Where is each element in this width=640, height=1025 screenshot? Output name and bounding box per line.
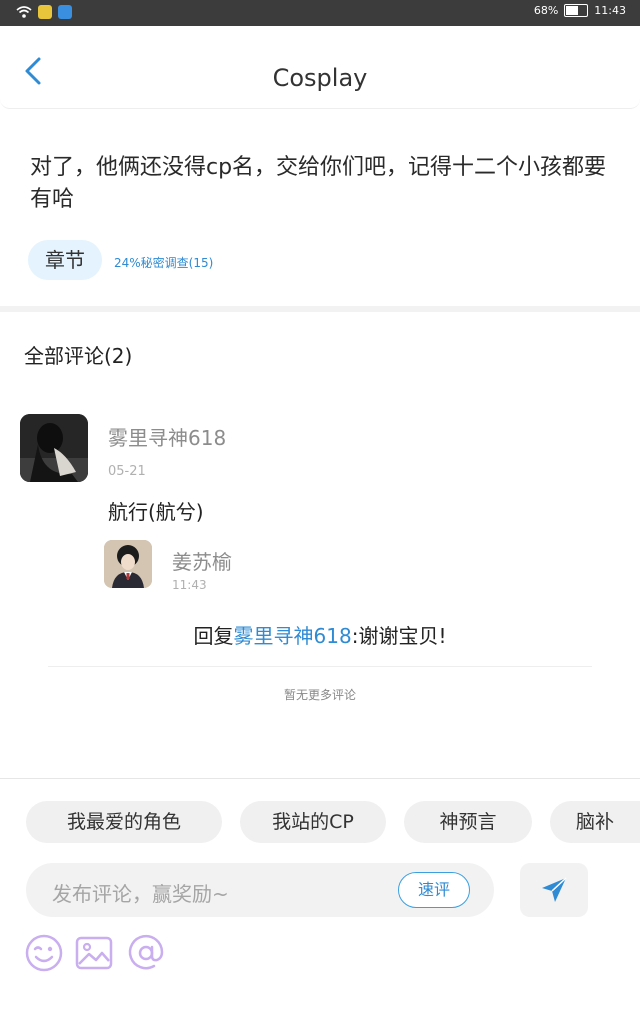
comment-username[interactable]: 雾里寻神618 (108, 422, 226, 451)
emoji-icon[interactable] (24, 933, 64, 973)
comment-time: 05-21 (108, 464, 146, 479)
section-divider (0, 306, 640, 312)
avatar[interactable] (20, 414, 88, 482)
status-icons (16, 5, 72, 19)
user-photo (20, 414, 88, 482)
user-photo (104, 540, 152, 588)
avatar[interactable] (104, 540, 152, 588)
quick-comment-button[interactable]: 速评 (398, 872, 470, 908)
status-bar: 68% 11:43 (0, 0, 640, 26)
tag-favorite-character[interactable]: 我最爱的角色 (26, 801, 222, 843)
send-icon (542, 877, 567, 902)
reply-body: :谢谢宝贝! (351, 624, 447, 648)
reply-text: 回复雾里寻神618:谢谢宝贝! (0, 620, 640, 649)
at-icon[interactable] (126, 933, 166, 973)
battery-percent: 68% (533, 4, 559, 17)
reply-time: 11:43 (172, 578, 207, 592)
chapter-button[interactable]: 章节 (28, 240, 102, 280)
top-nav-bar: Cosplay (0, 26, 640, 109)
comments-title: 全部评论(2) (24, 344, 133, 368)
comment-input-placeholder: 发布评论，赢奖励~ (52, 882, 229, 906)
no-more-comments: 暂无更多评论 (283, 688, 356, 702)
comment-text: 航行(航兮) (108, 500, 204, 524)
clock: 11:43 (594, 4, 626, 17)
image-icon[interactable] (74, 933, 114, 973)
comments-end-divider (48, 666, 592, 667)
tag-imagination[interactable]: 脑补 (550, 801, 640, 843)
tag-my-cp[interactable]: 我站的CP (240, 801, 386, 843)
reply-mention-link[interactable]: 雾里寻神618 (234, 624, 352, 648)
comment-input[interactable]: 发布评论，赢奖励~ 速评 (26, 863, 494, 917)
app-notification-icon (38, 5, 52, 19)
wifi-icon (16, 6, 32, 18)
shield-icon (58, 5, 72, 19)
page-title: Cosplay (272, 64, 368, 92)
battery-icon (564, 4, 589, 17)
status-right: 68% 11:43 (534, 4, 626, 17)
tag-prophecy[interactable]: 神预言 (404, 801, 532, 843)
poll-link[interactable]: 24%秘密调查(15) (114, 254, 213, 271)
post-text: 对了，他俩还没得cp名，交给你们吧，记得十二个小孩都要有哈 (30, 155, 607, 212)
comment-composer: 我最爱的角色 我站的CP 神预言 脑补 发布评论，赢奖励~ 速评 (0, 778, 640, 1025)
reply-prefix: 回复 (193, 624, 234, 648)
reply-username[interactable]: 姜苏榆 (172, 546, 232, 575)
send-button[interactable] (520, 863, 588, 917)
